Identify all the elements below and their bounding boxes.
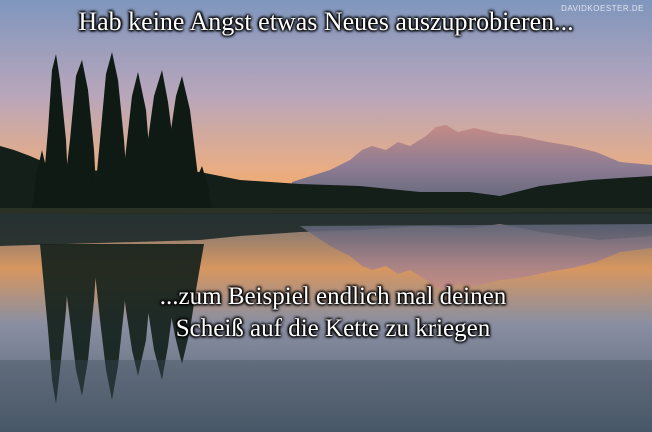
meme-image: Hab keine Angst etwas Neues auszuprobier… <box>0 0 652 432</box>
bottom-caption: ...zum Beispiel endlich mal deinen Schei… <box>0 281 652 345</box>
bottom-caption-line-2: Scheiß auf die Kette zu kriegen <box>175 315 491 342</box>
bottom-caption-line-1: ...zum Beispiel endlich mal deinen <box>159 283 507 310</box>
top-caption: Hab keine Angst etwas Neues auszuprobier… <box>78 7 574 36</box>
lake-landscape-photo <box>0 0 652 432</box>
watermark: DAVIDKOESTER.DE <box>561 4 644 13</box>
water-depth-shade <box>0 360 652 432</box>
